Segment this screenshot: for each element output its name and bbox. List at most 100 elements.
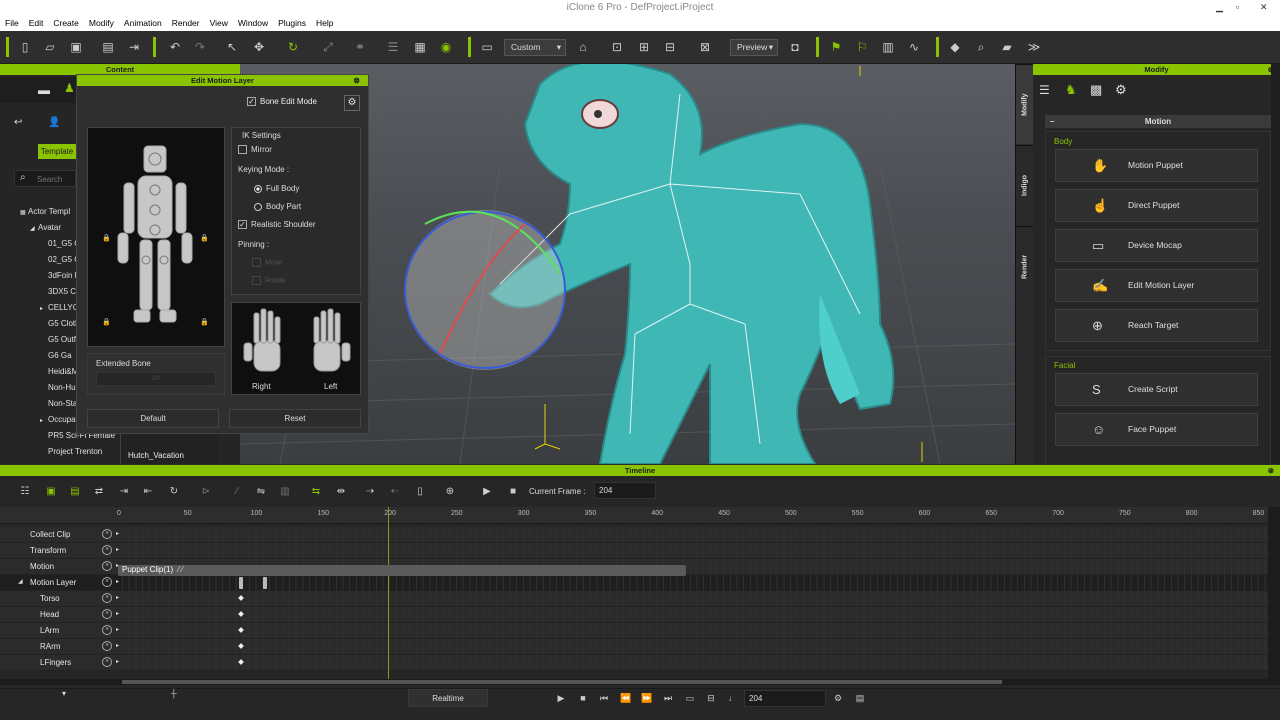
track-row[interactable]: Torso × ▸ bbox=[0, 591, 1268, 607]
remove-track-icon[interactable]: × bbox=[102, 641, 112, 651]
playhead[interactable] bbox=[388, 507, 389, 679]
rotation-gizmo[interactable] bbox=[404, 210, 566, 370]
flag-points-icon[interactable]: ⚑ bbox=[828, 39, 844, 55]
search-input[interactable] bbox=[37, 173, 75, 185]
track-row[interactable]: Head × ▸ bbox=[0, 607, 1268, 623]
tree-item[interactable]: Project Trenton bbox=[40, 447, 102, 456]
open-folder-icon[interactable]: ▰ bbox=[999, 39, 1015, 55]
view-layout-icon[interactable]: ⊠ bbox=[697, 39, 713, 55]
tab-template[interactable]: Template bbox=[38, 144, 76, 159]
tree-item[interactable]: G5 Cloth bbox=[40, 319, 80, 328]
visibility-icon[interactable]: ◉ bbox=[438, 39, 454, 55]
pin-rotate-checkbox[interactable]: Rotate bbox=[252, 276, 286, 285]
layer-key[interactable] bbox=[263, 577, 267, 589]
tree-item[interactable]: ▸ Occupat bbox=[40, 415, 78, 424]
track-arrow-icon[interactable]: ▸ bbox=[116, 594, 119, 601]
fit-icon[interactable]: ⇹ bbox=[333, 484, 349, 500]
library-icon[interactable]: ▬ bbox=[38, 83, 50, 97]
scale-icon[interactable]: ⤢ bbox=[320, 39, 336, 55]
face-puppet-button[interactable]: ☺ Face Puppet bbox=[1055, 413, 1258, 446]
settings-icon[interactable]: ⚙ bbox=[1115, 82, 1127, 98]
home-icon[interactable]: ⌂ bbox=[575, 39, 591, 55]
menu-modify[interactable]: Modify bbox=[84, 18, 119, 28]
flag-icon[interactable]: ⚐ bbox=[854, 39, 870, 55]
remove-track-icon[interactable]: × bbox=[102, 529, 112, 539]
tree-expander-icon[interactable]: ▸ bbox=[40, 417, 48, 424]
speed-icon[interactable]: ⊳ bbox=[198, 484, 214, 500]
current-frame-field[interactable]: 204 bbox=[594, 482, 656, 499]
reset-button[interactable]: Reset bbox=[229, 409, 361, 428]
track-row[interactable]: LFingers × ▸ bbox=[0, 655, 1268, 671]
transition-icon[interactable]: ⇋ bbox=[253, 484, 269, 500]
motion-tab-icon[interactable]: ♞ bbox=[1065, 82, 1077, 98]
play-icon[interactable]: ▶ bbox=[553, 690, 569, 706]
body-part-selector[interactable]: 🔒 🔒 🔒 🔒 bbox=[87, 127, 225, 347]
break-icon[interactable]: ▥ bbox=[277, 484, 293, 500]
full-body-radio[interactable]: Full Body bbox=[254, 184, 299, 193]
default-button[interactable]: Default bbox=[87, 409, 219, 428]
content-item-label[interactable]: Hutch_Vacation bbox=[128, 451, 184, 460]
range-start-icon[interactable]: ⇢ bbox=[362, 484, 378, 500]
modify-scrollbar[interactable] bbox=[1271, 64, 1280, 464]
track-row[interactable]: LArm × ▸ bbox=[0, 623, 1268, 639]
track-row[interactable]: Transform × ▸ bbox=[0, 543, 1268, 559]
extended-bone-field[interactable]: Off bbox=[96, 372, 216, 386]
next-key-icon[interactable]: ⏩ bbox=[639, 690, 655, 706]
track-expander-icon[interactable]: ◢ bbox=[18, 578, 23, 585]
close-panel-icon[interactable]: ⊗ bbox=[1268, 465, 1274, 476]
loop-icon[interactable]: ↻ bbox=[166, 484, 182, 500]
remove-track-icon[interactable]: × bbox=[102, 657, 112, 667]
menu-help[interactable]: Help bbox=[311, 18, 338, 28]
collect-icon[interactable]: ⇄ bbox=[91, 484, 107, 500]
collapse-icon[interactable]: ▾ bbox=[62, 689, 66, 698]
last-frame-icon[interactable]: ⏭ bbox=[660, 690, 676, 706]
actor-icon[interactable]: ♟ bbox=[64, 81, 75, 95]
zoom-extents-icon[interactable]: ⊞ bbox=[636, 39, 652, 55]
tree-item[interactable]: ▸ CELLYG bbox=[40, 303, 79, 312]
tree-expander-icon[interactable]: ◢ bbox=[30, 225, 38, 232]
tree-item[interactable]: Heidi&M bbox=[40, 367, 78, 376]
hand-selector[interactable]: Right Left bbox=[231, 302, 361, 395]
path-icon[interactable]: ∿ bbox=[906, 39, 922, 55]
maximize-icon[interactable]: ▫ bbox=[1236, 0, 1239, 15]
clipboard-icon[interactable]: ▥ bbox=[880, 39, 896, 55]
track-arrow-icon[interactable]: ▸ bbox=[116, 578, 119, 585]
remove-track-icon[interactable]: × bbox=[102, 545, 112, 555]
menu-animation[interactable]: Animation bbox=[119, 18, 167, 28]
key-icon[interactable]: ▣ bbox=[43, 484, 59, 500]
menu-plugins[interactable]: Plugins bbox=[273, 18, 311, 28]
back-icon[interactable]: ↩ bbox=[14, 117, 22, 128]
play-icon[interactable]: ▶ bbox=[479, 484, 495, 500]
remove-track-icon[interactable]: × bbox=[102, 577, 112, 587]
save-icon[interactable]: ▣ bbox=[68, 39, 84, 55]
reach-target-button[interactable]: ⊕ Reach Target bbox=[1055, 309, 1258, 342]
view-fit-icon[interactable]: ⊟ bbox=[662, 39, 678, 55]
menu-window[interactable]: Window bbox=[233, 18, 273, 28]
motion-section-header[interactable]: – Motion bbox=[1045, 115, 1271, 128]
camera-view-icon[interactable]: ▭ bbox=[479, 39, 495, 55]
direct-puppet-button[interactable]: ☝ Direct Puppet bbox=[1055, 189, 1258, 222]
edit-motion-layer-button[interactable]: ✍ Edit Motion Layer bbox=[1055, 269, 1258, 302]
puppet-clip[interactable]: Puppet Clip(1) ⁄ ⁄ bbox=[118, 565, 686, 576]
timeline-vscrollbar[interactable] bbox=[1268, 507, 1280, 679]
mirror-checkbox[interactable]: Mirror bbox=[238, 145, 272, 155]
preview-select[interactable]: Preview bbox=[730, 39, 778, 56]
export-icon[interactable]: ▤ bbox=[100, 39, 116, 55]
tree-item[interactable]: 3dFoin F bbox=[40, 271, 80, 280]
stop-icon[interactable]: ■ bbox=[505, 484, 521, 500]
record-camera-icon[interactable]: ◘ bbox=[787, 39, 803, 55]
layer-key[interactable] bbox=[239, 577, 243, 589]
track-arrow-icon[interactable]: ▸ bbox=[116, 626, 119, 633]
material-icon[interactable]: ▩ bbox=[1090, 82, 1102, 98]
timeline-hscrollbar[interactable] bbox=[0, 679, 1280, 685]
bone-edit-mode-checkbox[interactable]: ✓ Bone Edit Mode bbox=[247, 97, 317, 107]
track-arrow-icon[interactable]: ▸ bbox=[116, 546, 119, 553]
tree-item[interactable]: Non-Sta bbox=[40, 399, 77, 408]
settings-icon[interactable]: ⚙ bbox=[344, 95, 360, 111]
menu-edit[interactable]: Edit bbox=[24, 18, 49, 28]
align-icon[interactable]: ☰ bbox=[385, 39, 401, 55]
caption-icon[interactable]: ⊟ bbox=[703, 690, 719, 706]
tab-indigo[interactable]: Indigo bbox=[1016, 145, 1034, 225]
track-row[interactable]: Collect Clip × ▸ bbox=[0, 527, 1268, 543]
tree-item[interactable]: ▦ Actor Templ bbox=[20, 207, 70, 216]
